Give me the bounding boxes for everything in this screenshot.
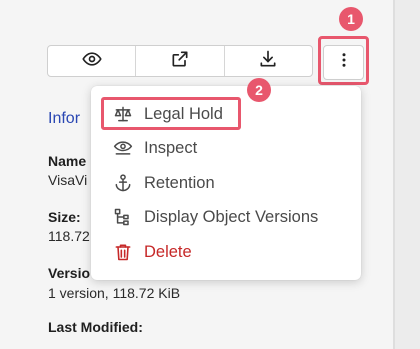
trash-icon [113,242,133,262]
menu-item-label: Delete [144,242,192,261]
last-modified-label: Last Modified: [48,319,143,335]
download-button[interactable] [225,46,312,76]
name-label: Name [48,153,87,169]
scrollbar-track[interactable] [395,0,420,349]
menu-item-delete[interactable]: Delete [91,236,361,268]
highlight-legal-hold [101,97,241,130]
share-icon [170,49,190,74]
versions-label: Versio [48,265,91,281]
name-value: VisaVi [48,172,88,188]
versions-tree-icon [113,207,133,227]
menu-item-inspect[interactable]: Inspect [91,132,361,164]
preview-button[interactable] [48,46,137,76]
anchor-icon [113,173,133,193]
inspect-icon [113,138,133,158]
eye-icon [82,49,102,74]
highlight-more-button [318,36,369,85]
step-badge-1: 1 [339,7,363,31]
menu-item-label: Display Object Versions [144,207,319,226]
menu-item-label: Retention [144,173,215,192]
size-value: 118.72 [48,228,90,244]
menu-item-label: Inspect [144,138,198,157]
download-icon [258,49,278,74]
step-badge-2: 2 [247,78,271,102]
menu-item-retention[interactable]: Retention [91,167,361,199]
section-title: Infor [48,110,81,127]
menu-item-display-object-versions[interactable]: Display Object Versions [91,201,361,233]
share-button[interactable] [136,46,225,76]
versions-value: 1 version, 118.72 KiB [48,285,181,301]
object-toolbar [47,45,313,77]
size-label: Size: [48,209,81,225]
